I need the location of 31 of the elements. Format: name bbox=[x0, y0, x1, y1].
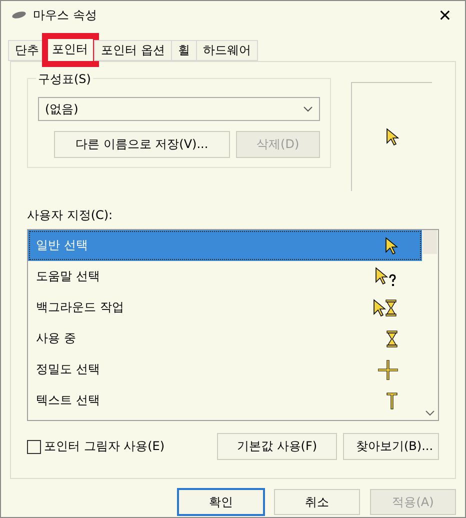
list-item[interactable]: 텍스트 선택 bbox=[28, 385, 422, 416]
tab[interactable]: 하드웨어 bbox=[196, 40, 258, 61]
close-button[interactable]: ✕ bbox=[425, 1, 465, 29]
list-item[interactable]: 사용 중 bbox=[28, 323, 422, 354]
crosshair-icon bbox=[378, 360, 398, 380]
list-item[interactable]: 백그라운드 작업 bbox=[28, 292, 422, 323]
list-label: 사용자 지정(C): bbox=[27, 207, 114, 224]
list-item[interactable]: 도움말 선택 bbox=[28, 261, 422, 292]
tab[interactable]: 포인터 옵션 bbox=[94, 40, 172, 61]
scroll-down-icon[interactable] bbox=[425, 410, 435, 416]
group-label: 구성표(S) bbox=[36, 71, 93, 88]
text-cursor-icon bbox=[386, 392, 398, 410]
checkbox-label: 포인터 그림자 사용(E) bbox=[44, 438, 165, 455]
window-title: 마우스 속성 bbox=[33, 6, 98, 24]
busy-arrow-cursor-icon bbox=[372, 298, 398, 316]
list-item[interactable]: 일반 선택 bbox=[28, 230, 422, 261]
pointer-button[interactable]: 찾아보기(B)... bbox=[343, 433, 439, 460]
list-item[interactable]: 정밀도 선택 bbox=[28, 354, 422, 385]
arrow-cursor-icon bbox=[385, 128, 399, 146]
chevron-down-icon bbox=[303, 106, 313, 112]
checkbox[interactable] bbox=[27, 440, 41, 454]
help-cursor-icon bbox=[374, 266, 398, 286]
scheme-dropdown[interactable]: (없음) bbox=[38, 97, 320, 121]
dialog-button[interactable]: 확인 bbox=[178, 489, 264, 515]
pointer-button[interactable]: 기본값 사용(F) bbox=[217, 433, 337, 460]
mouse-icon bbox=[11, 11, 27, 19]
arrow-cursor-icon bbox=[384, 236, 398, 254]
hourglass-icon bbox=[386, 330, 398, 348]
tab[interactable]: 휠 bbox=[170, 40, 197, 61]
dialog-button[interactable]: 취소 bbox=[274, 489, 360, 515]
scheme-button[interactable]: 다른 이름으로 저장(V)... bbox=[54, 131, 230, 158]
